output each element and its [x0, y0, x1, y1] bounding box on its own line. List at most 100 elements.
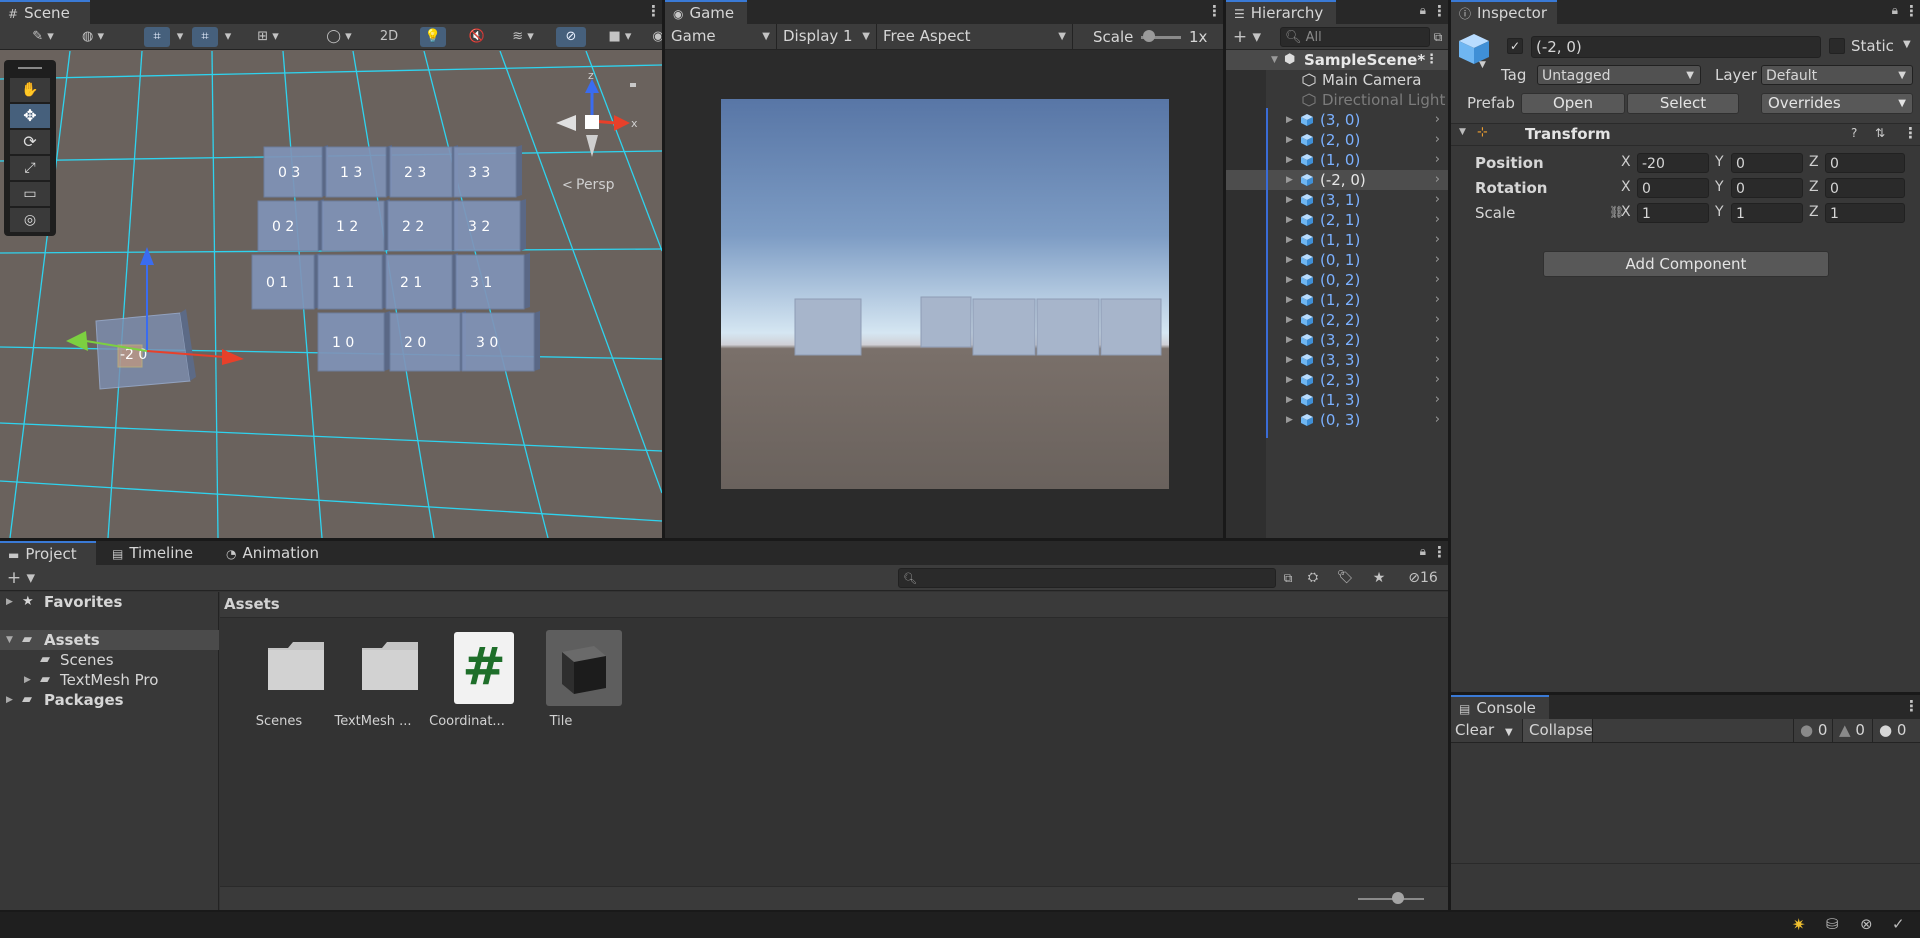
draw-mode-icon[interactable]: ✎ ▾ [22, 27, 64, 47]
object-name-input[interactable]: (-2, 0) [1531, 36, 1821, 58]
scale-y-axis-label[interactable]: Y [1715, 204, 1724, 220]
scale-slider-thumb[interactable] [1143, 30, 1155, 42]
expand-arrow-icon[interactable]: ▶ [1286, 170, 1293, 190]
expand-arrow-icon[interactable]: ▶ [1286, 410, 1293, 430]
scale-y-field[interactable]: 1 [1731, 203, 1803, 223]
scene-tile[interactable]: 2 3 [389, 145, 458, 198]
chevron-right-icon[interactable]: › [1435, 190, 1440, 210]
search-options-icon[interactable]: ⧉ [1430, 27, 1446, 47]
shading-icon[interactable]: ◯ ▾ [318, 27, 360, 47]
expand-arrow-icon[interactable]: ▶ [1286, 110, 1293, 130]
expand-arrow-icon[interactable]: ▶ [1286, 390, 1293, 410]
rotate-tool-icon[interactable]: ⟳ [10, 130, 50, 154]
check-icon[interactable]: ✓ [1892, 915, 1905, 933]
active-checkbox[interactable]: ✓ [1507, 38, 1523, 54]
breadcrumb-assets[interactable]: Assets [224, 595, 280, 613]
icon-size-slider[interactable] [1358, 898, 1424, 900]
textmesh-folder-item[interactable]: ▶ ▰ TextMesh Pro [0, 670, 219, 690]
filter-type-icon[interactable]: ⛭ [1302, 568, 1324, 588]
prefab-open-button[interactable]: Open [1521, 93, 1625, 114]
chevron-right-icon[interactable]: › [1435, 270, 1440, 290]
persp-label[interactable]: Persp [576, 177, 615, 193]
grid-visible-dropdown[interactable]: ▾ [220, 27, 236, 47]
hierarchy-search-input[interactable]: 🔍︎ All [1280, 27, 1430, 47]
expand-arrow-icon[interactable]: ▶ [1286, 350, 1293, 370]
chevron-right-icon[interactable]: › [1435, 130, 1440, 150]
rotation-y-axis-label[interactable]: Y [1715, 179, 1724, 195]
tab-game[interactable]: ◉ Game [665, 0, 747, 24]
component-menu-icon[interactable]: ⋮ [1903, 124, 1918, 142]
scene-tile[interactable]: 2 0 [389, 311, 466, 372]
scene-tile[interactable]: 1 1 [317, 253, 388, 310]
expand-arrow-icon[interactable]: ▶ [1286, 210, 1293, 230]
console-log-area[interactable] [1451, 744, 1920, 864]
add-component-button[interactable]: Add Component [1543, 251, 1829, 277]
project-menu-icon[interactable]: ⋮ [1432, 543, 1447, 561]
aspect-dropdown[interactable]: Free Aspect ▼ [877, 24, 1073, 49]
lighting-icon[interactable]: 💡 [420, 27, 446, 47]
collapse-toggle[interactable]: Collapse [1523, 719, 1593, 742]
favorites-item[interactable]: ▶ ★ Favorites [0, 592, 219, 612]
position-y-axis-label[interactable]: Y [1715, 154, 1724, 170]
chevron-right-icon[interactable]: › [1435, 250, 1440, 270]
preset-icon[interactable]: ⇅ [1875, 126, 1885, 140]
info-filter-toggle[interactable]: ● 0 [1793, 719, 1833, 742]
expand-arrow-icon[interactable]: ▶ [1286, 250, 1293, 270]
console-menu-icon[interactable]: ⋮ [1904, 697, 1919, 715]
display-dropdown[interactable]: Display 1 ▼ [777, 24, 877, 49]
expand-arrow-icon[interactable]: ▶ [1286, 330, 1293, 350]
hierarchy-item[interactable]: ▶ (2, 0) › [1226, 130, 1448, 150]
search-by-type-icon[interactable]: ⧉ [1280, 568, 1296, 588]
increment-snap-icon[interactable]: ⊞ ▾ [244, 27, 292, 47]
inspector-menu-icon[interactable]: ⋮ [1904, 2, 1919, 20]
tab-inspector[interactable]: ⓘ Inspector [1451, 0, 1557, 24]
chevron-right-icon[interactable]: › [1435, 350, 1440, 370]
static-dropdown-icon[interactable]: ▼ [1903, 39, 1911, 50]
hierarchy-item[interactable]: ▶ (1, 0) › [1226, 150, 1448, 170]
scene-tile[interactable]: 3 2 [453, 199, 526, 252]
rotation-x-axis-label[interactable]: X [1621, 179, 1631, 195]
gizmos-icon[interactable]: ◉ [648, 27, 662, 47]
scene-tile[interactable]: 1 2 [321, 199, 390, 252]
scale-x-axis-label[interactable]: X [1621, 204, 1631, 220]
create-icon[interactable]: + ▾ [4, 568, 38, 588]
chevron-right-icon[interactable]: › [1435, 110, 1440, 130]
scene-tile[interactable]: 2 1 [385, 253, 458, 310]
globe-icon[interactable]: ◍ ▾ [72, 27, 114, 47]
expand-arrow-icon[interactable]: ▶ [1286, 310, 1293, 330]
hierarchy-item[interactable]: ▶ (0, 1) › [1226, 250, 1448, 270]
chevron-right-icon[interactable]: › [1435, 290, 1440, 310]
assets-item[interactable]: ▼ ▰ Assets [0, 630, 219, 650]
debug-off-icon[interactable]: ⊗ [1860, 915, 1873, 933]
scene-tile[interactable]: 3 0 [461, 311, 540, 372]
hidden-packages-icon[interactable]: ⊘16 [1400, 568, 1446, 588]
lock-icon[interactable]: 🔒︎ [1420, 544, 1426, 559]
tab-project[interactable]: ▬ Project [0, 541, 96, 565]
error-filter-toggle[interactable]: ● 0 [1873, 719, 1920, 742]
grid-visible-icon[interactable]: ⌗ [192, 27, 218, 47]
hierarchy-item[interactable]: ▶ (2, 2) › [1226, 310, 1448, 330]
layer-dropdown[interactable]: Default ▼ [1761, 65, 1913, 85]
add-icon[interactable]: + ▾ [1230, 27, 1264, 47]
icon-size-slider-thumb[interactable] [1392, 892, 1404, 904]
project-search-input[interactable]: 🔍︎ [898, 568, 1276, 588]
scenes-folder-item[interactable]: ▰ Scenes [0, 650, 219, 670]
warning-filter-toggle[interactable]: ▲ 0 [1833, 719, 1873, 742]
transform-header[interactable]: ▼ ⊹ Transform ? ⇅ ⋮ [1451, 124, 1920, 146]
expand-arrow-icon[interactable]: ▶ [1286, 150, 1293, 170]
chevron-right-icon[interactable]: › [1435, 150, 1440, 170]
prefab-overrides-dropdown[interactable]: Overrides ▼ [1761, 93, 1913, 114]
chevron-right-icon[interactable]: › [1435, 330, 1440, 350]
lock-icon[interactable]: 🔒︎ [1420, 3, 1426, 18]
clear-options-dropdown[interactable]: ▼ [1501, 719, 1523, 742]
hierarchy-item[interactable]: ▶ (3, 3) › [1226, 350, 1448, 370]
expand-arrow-icon[interactable]: ▶ [1286, 190, 1293, 210]
scale-tool-icon[interactable]: ⤢ [10, 156, 50, 180]
hierarchy-item[interactable]: ▶ (2, 3) › [1226, 370, 1448, 390]
rotation-x-field[interactable]: 0 [1637, 178, 1709, 198]
object-menu-chevron-icon[interactable]: ▼ [1479, 60, 1486, 70]
console-clear-button[interactable]: Clear [1451, 719, 1501, 742]
tab-hierarchy[interactable]: ☰ Hierarchy [1226, 0, 1336, 24]
hierarchy-item[interactable]: ▶ (1, 2) › [1226, 290, 1448, 310]
chevron-right-icon[interactable]: › [1435, 390, 1440, 410]
